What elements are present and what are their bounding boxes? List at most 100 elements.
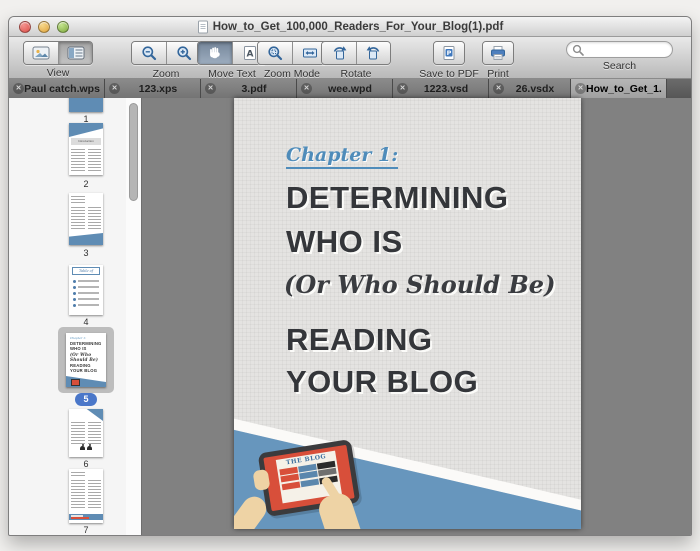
rotate-left-icon <box>366 46 379 60</box>
mini-blue-wedge <box>69 123 103 137</box>
svg-text:A: A <box>246 50 253 60</box>
svg-text:P: P <box>447 49 452 57</box>
tab-26-vsdx[interactable]: ✕ 26.vsdx <box>489 79 571 98</box>
mini-people-icons <box>69 437 103 455</box>
hand-icon <box>210 47 220 59</box>
tab-paul-catch[interactable]: ✕ Paul catch.wps <box>9 79 105 98</box>
mini-heading: YOUR BLOG <box>70 368 98 374</box>
tab-label: 26.vsdx <box>515 82 555 95</box>
page-view-icon <box>32 46 50 60</box>
text-tool-icon: A <box>243 46 256 60</box>
mini-intro-title: Introduction <box>71 138 101 145</box>
zoom-group: Zoom <box>131 41 201 80</box>
tab-label: Paul catch.wps <box>24 82 100 95</box>
search-group: Search <box>566 41 673 72</box>
marquee-zoom-button[interactable] <box>258 42 292 64</box>
window-title: How_to_Get_100,000_Readers_For_Your_Blog… <box>212 20 504 33</box>
left-hand-fingers <box>252 468 271 492</box>
tab-close-icon[interactable]: ✕ <box>301 83 312 94</box>
mini-blue-wedge <box>69 233 103 245</box>
page-number: 2 <box>83 179 89 189</box>
search-icon <box>572 44 584 56</box>
tab-label: wee.wpd <box>328 82 372 95</box>
page-number: 7 <box>83 525 89 535</box>
close-window-button[interactable] <box>19 21 31 33</box>
pdf-reader-window: How_to_Get_100,000_Readers_For_Your_Blog… <box>8 16 692 536</box>
marquee-zoom-icon <box>268 46 283 61</box>
mini-blue-band <box>69 514 103 520</box>
tab-how-to-get[interactable]: ✕ How_to_Get_1... <box>571 79 667 98</box>
save-pdf-icon: P <box>443 46 455 60</box>
tab-label: 123.xps <box>138 82 178 95</box>
thumbnail-page-1[interactable] <box>69 98 103 112</box>
zoom-out-button[interactable] <box>132 42 166 64</box>
print-icon <box>491 46 505 60</box>
page-number: 4 <box>83 317 89 327</box>
thumbnail-page-3[interactable] <box>69 193 103 245</box>
zoom-in-button[interactable] <box>166 42 200 64</box>
thumbnail-sidebar: 1 Introduction 2 3 Table of 4 Chapter 1:… <box>9 98 126 535</box>
scrollbar-thumb[interactable] <box>129 103 138 201</box>
tab-label: How_to_Get_1... <box>586 82 662 95</box>
view-sidebar-button[interactable] <box>58 42 92 64</box>
view-label: View <box>46 67 70 79</box>
search-label: Search <box>602 60 637 72</box>
thumbnail-page-2[interactable]: Introduction <box>69 123 103 175</box>
tab-close-icon[interactable]: ✕ <box>13 83 24 94</box>
page-heading-line3: READING <box>286 322 433 357</box>
document-icon <box>197 20 208 33</box>
rotate-right-icon <box>333 46 347 60</box>
page-number: 3 <box>83 248 89 258</box>
mini-toc-title: Table of Contents <box>72 267 100 275</box>
save-pdf-group: P Save to PDF <box>417 41 481 80</box>
tab-123-xps[interactable]: ✕ 123.xps <box>105 79 201 98</box>
page-heading-line4: YOUR BLOG <box>286 364 479 399</box>
rotate-right-button[interactable] <box>322 42 356 64</box>
tab-close-icon[interactable]: ✕ <box>109 83 120 94</box>
page-subheading: (Or Who Should Be) <box>284 270 556 299</box>
zoom-window-button[interactable] <box>57 21 69 33</box>
chapter-label: Chapter 1: <box>286 144 399 169</box>
tab-3-pdf[interactable]: ✕ 3.pdf <box>201 79 297 98</box>
search-field[interactable] <box>566 41 673 58</box>
traffic-lights <box>19 21 69 33</box>
view-group: View <box>23 41 93 79</box>
sidebar-scrollbar <box>126 98 142 535</box>
tab-label: 3.pdf <box>241 82 267 95</box>
thumbnail-page-7[interactable] <box>69 469 103 523</box>
view-single-page-button[interactable] <box>24 42 58 64</box>
rotate-left-button[interactable] <box>356 42 390 64</box>
tab-close-icon[interactable]: ✕ <box>575 83 586 94</box>
minimize-window-button[interactable] <box>38 21 50 33</box>
tab-label: 1223.vsd <box>423 82 469 95</box>
mini-blue-wedge <box>86 409 103 421</box>
zoom-mode-group: Zoom Mode <box>257 41 327 80</box>
zoom-out-icon <box>142 46 157 61</box>
tab-close-icon[interactable]: ✕ <box>397 83 408 94</box>
tab-wee-wpd[interactable]: ✕ wee.wpd <box>297 79 393 98</box>
search-input[interactable] <box>584 44 667 55</box>
page-number: 6 <box>83 459 89 469</box>
print-group: Print <box>478 41 518 80</box>
mini-tablet-graphic <box>71 379 80 386</box>
thumbnail-page-5[interactable]: Chapter 1: DETERMINING WHO IS (Or Who Sh… <box>66 333 106 387</box>
mini-chapter: Chapter 1: <box>70 336 87 340</box>
tab-close-icon[interactable]: ✕ <box>493 83 504 94</box>
page-heading-line2: WHO IS <box>286 224 403 259</box>
title-bar[interactable]: How_to_Get_100,000_Readers_For_Your_Blog… <box>9 17 691 37</box>
tab-1223-vsd[interactable]: ✕ 1223.vsd <box>393 79 489 98</box>
page-heading-line1: DETERMINING <box>286 180 509 215</box>
tab-bar: ✕ Paul catch.wps ✕ 123.xps ✕ 3.pdf ✕ wee… <box>9 79 691 98</box>
print-button[interactable] <box>483 42 513 64</box>
save-to-pdf-button[interactable]: P <box>434 42 464 64</box>
thumbnail-page-6[interactable] <box>69 409 103 457</box>
thumbnail-page-4[interactable]: Table of Contents <box>69 265 103 315</box>
sidebar-view-icon <box>67 46 84 60</box>
move-tool-button[interactable] <box>198 42 232 64</box>
tab-close-icon[interactable]: ✕ <box>205 83 216 94</box>
tab-bar-filler <box>667 79 691 98</box>
mini-heading: (Or Who Should Be) <box>70 351 99 363</box>
rotate-group: Rotate <box>321 41 391 80</box>
content-area: 1 Introduction 2 3 Table of 4 Chapter 1:… <box>9 98 691 535</box>
pdf-page: Chapter 1: DETERMINING WHO IS (Or Who Sh… <box>234 98 581 529</box>
